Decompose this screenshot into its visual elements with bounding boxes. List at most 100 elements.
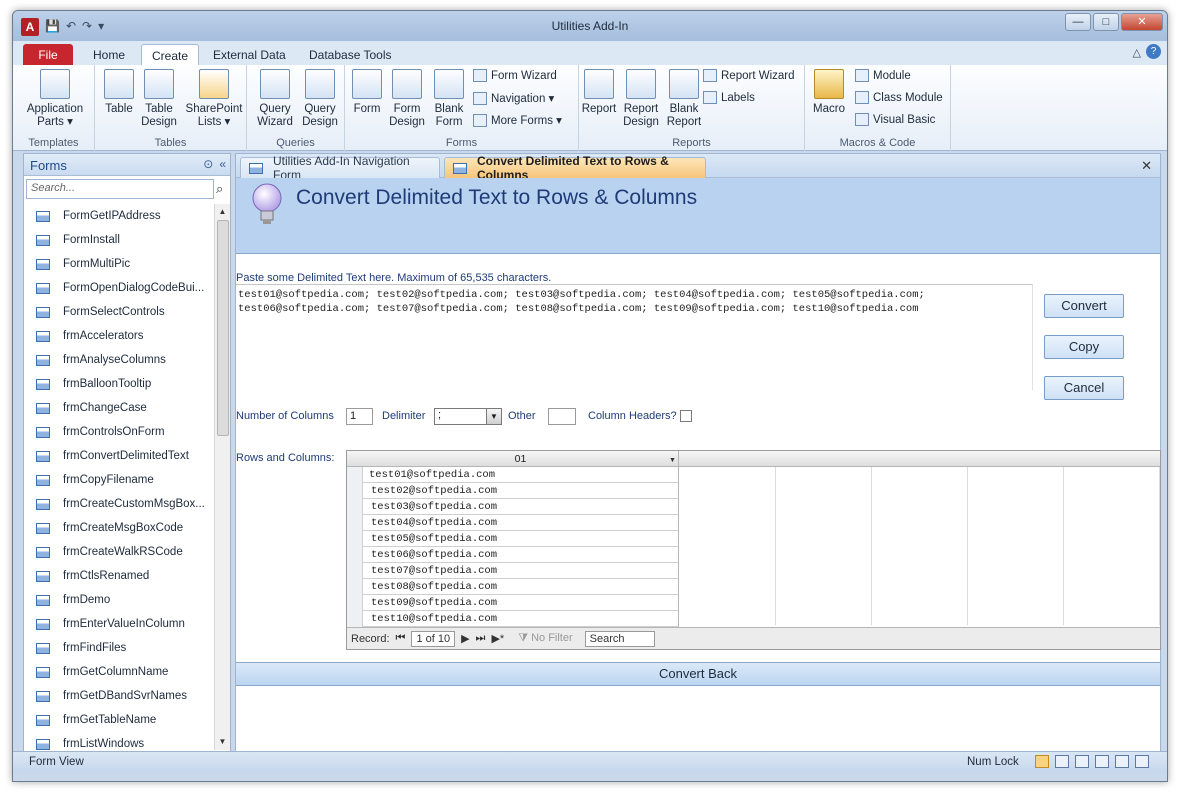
first-record-icon[interactable]: ⏮ bbox=[396, 632, 406, 645]
close-document-icon[interactable]: ✕ bbox=[1141, 158, 1152, 174]
cancel-button[interactable]: Cancel bbox=[1044, 376, 1124, 400]
table-row[interactable]: test04@softpedia.com bbox=[363, 515, 679, 531]
nav-item-form[interactable]: frmBalloonTooltip bbox=[24, 372, 214, 396]
tab-home[interactable]: Home bbox=[83, 44, 135, 65]
nav-item-form[interactable]: frmConvertDelimitedText bbox=[24, 444, 214, 468]
copy-button[interactable]: Copy bbox=[1044, 335, 1124, 359]
design-view-icon[interactable] bbox=[1135, 755, 1149, 768]
close-button[interactable]: ✕ bbox=[1121, 13, 1163, 31]
nav-scrollbar[interactable]: ▲ ▼ bbox=[214, 204, 230, 750]
nav-item-form[interactable]: FormInstall bbox=[24, 228, 214, 252]
form-button[interactable]: Form bbox=[347, 69, 387, 116]
tab-external-data[interactable]: External Data bbox=[203, 44, 296, 65]
nav-search-input[interactable]: Search... bbox=[26, 179, 214, 199]
maximize-button[interactable]: □ bbox=[1093, 13, 1119, 31]
delimited-text-input[interactable]: test01@softpedia.com; test02@softpedia.c… bbox=[236, 284, 1033, 390]
more-forms-button[interactable]: More Forms ▾ bbox=[473, 113, 562, 127]
tab-create[interactable]: Create bbox=[141, 44, 200, 65]
datasheet-view-icon[interactable] bbox=[1055, 755, 1069, 768]
tab-convert-delimited-text[interactable]: Convert Delimited Text to Rows & Columns bbox=[444, 154, 706, 182]
report-wizard-button[interactable]: Report Wizard bbox=[703, 69, 795, 82]
nav-item-form[interactable]: FormGetIPAddress bbox=[24, 204, 214, 228]
table-row[interactable]: test09@softpedia.com bbox=[363, 595, 679, 611]
report-design-button[interactable]: Report Design bbox=[619, 69, 663, 129]
last-record-icon[interactable]: ⏭ bbox=[476, 632, 486, 645]
query-design-button[interactable]: Query Design bbox=[299, 69, 341, 129]
form-view-icon[interactable] bbox=[1035, 755, 1049, 768]
nav-item-form[interactable]: frmCreateMsgBoxCode bbox=[24, 516, 214, 540]
labels-button[interactable]: Labels bbox=[703, 91, 755, 104]
column-headers-checkbox[interactable] bbox=[680, 410, 692, 422]
table-design-button[interactable]: Table Design bbox=[139, 69, 179, 129]
nav-item-form[interactable]: frmControlsOnForm bbox=[24, 420, 214, 444]
delimiter-select[interactable]: ; ▼ bbox=[434, 408, 502, 425]
table-row[interactable]: test10@softpedia.com bbox=[363, 611, 679, 627]
application-parts-button[interactable]: Application Parts ▾ bbox=[23, 69, 87, 129]
nav-item-form[interactable]: frmGetColumnName bbox=[24, 660, 214, 684]
chevron-down-icon[interactable]: ▼ bbox=[486, 409, 501, 424]
visual-basic-button[interactable]: Visual Basic bbox=[855, 113, 935, 126]
nav-pane-header[interactable]: Forms ⊙ « bbox=[24, 154, 230, 176]
blank-form-button[interactable]: Blank Form bbox=[429, 69, 469, 129]
class-module-button[interactable]: Class Module bbox=[855, 91, 943, 104]
table-row[interactable]: test03@softpedia.com bbox=[363, 499, 679, 515]
query-wizard-button[interactable]: Query Wizard bbox=[253, 69, 297, 129]
report-button[interactable]: Report bbox=[579, 69, 619, 116]
nav-item-form[interactable]: frmCopyFilename bbox=[24, 468, 214, 492]
nav-item-form[interactable]: frmEnterValueInColumn bbox=[24, 612, 214, 636]
title-bar[interactable]: A 💾 ↶ ↷ ▾ Utilities Add-In — □ ✕ bbox=[13, 11, 1167, 41]
help-icon[interactable]: ? bbox=[1146, 44, 1161, 59]
form-wizard-button[interactable]: Form Wizard bbox=[473, 69, 557, 82]
nav-item-form[interactable]: FormOpenDialogCodeBui... bbox=[24, 276, 214, 300]
nav-item-form[interactable]: frmFindFiles bbox=[24, 636, 214, 660]
shutter-bar-icon[interactable]: « bbox=[219, 157, 226, 171]
table-button[interactable]: Table bbox=[101, 69, 137, 116]
no-filter-button[interactable]: ⧩ No Filter bbox=[518, 632, 572, 645]
pivot-table-view-icon[interactable] bbox=[1075, 755, 1089, 768]
table-row[interactable]: test01@softpedia.com bbox=[363, 467, 679, 483]
module-button[interactable]: Module bbox=[855, 69, 911, 82]
nav-item-form[interactable]: frmGetDBandSvrNames bbox=[24, 684, 214, 708]
nav-item-form[interactable]: frmGetTableName bbox=[24, 708, 214, 732]
pivot-chart-view-icon[interactable] bbox=[1095, 755, 1109, 768]
record-selector-column[interactable] bbox=[347, 467, 363, 627]
table-row[interactable]: test07@softpedia.com bbox=[363, 563, 679, 579]
other-delimiter-input[interactable] bbox=[548, 408, 576, 425]
search-icon[interactable]: ⌕ bbox=[216, 181, 223, 197]
table-row[interactable]: test05@softpedia.com bbox=[363, 531, 679, 547]
blank-report-button[interactable]: Blank Report bbox=[663, 69, 705, 129]
column-header-01[interactable]: 01 ▼ bbox=[363, 451, 679, 467]
tab-file[interactable]: File bbox=[23, 44, 73, 65]
table-row[interactable]: test08@softpedia.com bbox=[363, 579, 679, 595]
nav-item-form[interactable]: FormMultiPic bbox=[24, 252, 214, 276]
nav-item-form[interactable]: frmAnalyseColumns bbox=[24, 348, 214, 372]
macro-button[interactable]: Macro bbox=[809, 69, 849, 116]
convert-button[interactable]: Convert bbox=[1044, 294, 1124, 318]
table-row[interactable]: test06@softpedia.com bbox=[363, 547, 679, 563]
layout-view-icon[interactable] bbox=[1115, 755, 1129, 768]
minimize-ribbon-icon[interactable]: △ bbox=[1133, 46, 1141, 59]
nav-item-form[interactable]: frmAccelerators bbox=[24, 324, 214, 348]
nav-item-form[interactable]: FormSelectControls bbox=[24, 300, 214, 324]
minimize-button[interactable]: — bbox=[1065, 13, 1091, 31]
form-design-button[interactable]: Form Design bbox=[387, 69, 427, 129]
number-of-columns-input[interactable]: 1 bbox=[346, 408, 373, 425]
sharepoint-lists-button[interactable]: SharePoint Lists ▾ bbox=[183, 69, 245, 129]
new-record-icon[interactable]: ▶* bbox=[491, 632, 504, 645]
table-row[interactable]: test02@softpedia.com bbox=[363, 483, 679, 499]
record-number-input[interactable]: 1 of 10 bbox=[411, 630, 456, 647]
nav-item-form[interactable]: frmCreateWalkRSCode bbox=[24, 540, 214, 564]
nav-item-form[interactable]: frmDemo bbox=[24, 588, 214, 612]
convert-back-button[interactable]: Convert Back bbox=[236, 662, 1160, 686]
tab-navigation-form[interactable]: Utilities Add-In Navigation Form bbox=[240, 154, 440, 182]
scroll-up-icon[interactable]: ▲ bbox=[215, 204, 230, 220]
nav-item-form[interactable]: frmCtlsRenamed bbox=[24, 564, 214, 588]
rows-columns-datasheet[interactable]: 01 ▼ test01@softpedia.com test02@softpedia… bbox=[346, 450, 1161, 650]
nav-item-form[interactable]: frmChangeCase bbox=[24, 396, 214, 420]
scroll-down-icon[interactable]: ▼ bbox=[215, 734, 230, 750]
nav-menu-chevron-icon[interactable]: ⊙ bbox=[203, 157, 213, 171]
next-record-icon[interactable]: ▶ bbox=[461, 632, 469, 645]
record-search-input[interactable]: Search bbox=[584, 630, 655, 647]
nav-item-form[interactable]: frmCreateCustomMsgBox... bbox=[24, 492, 214, 516]
tab-database-tools[interactable]: Database Tools bbox=[299, 44, 402, 65]
